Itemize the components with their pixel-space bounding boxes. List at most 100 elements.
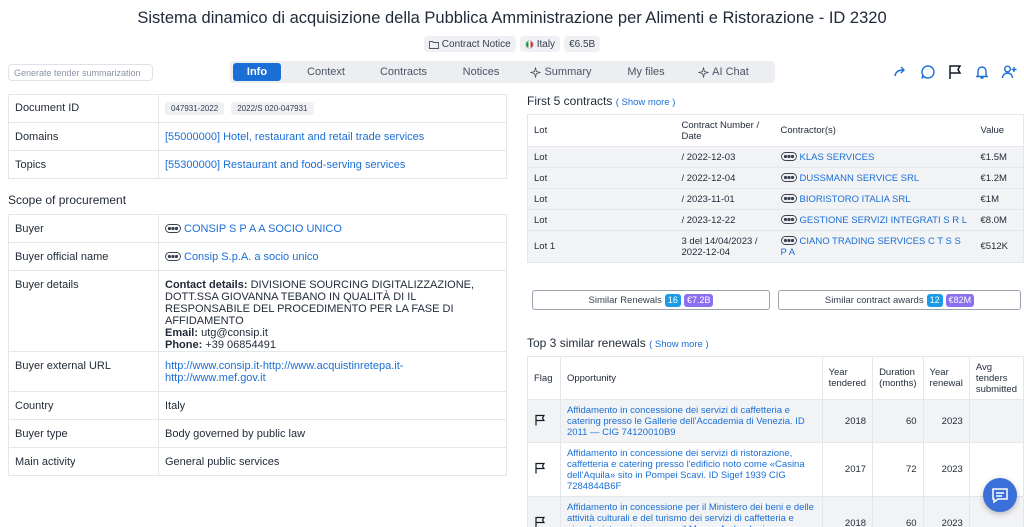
table-row: Lot / 2023-12-22 GESTIONE SERVIZI INTEGR… [527, 209, 1024, 231]
date-cell: / 2022-12-03 [675, 146, 775, 168]
flag-icon[interactable] [946, 63, 964, 81]
topics-link[interactable]: [55300000] Restaurant and food-serving s… [159, 151, 507, 179]
duration-cell: 60 [872, 399, 924, 443]
table-row: Affidamento in concessione dei servizi d… [527, 442, 1024, 497]
share-icon[interactable] [892, 63, 910, 81]
column-header: Contract Number / Date [675, 114, 775, 147]
flag-cell[interactable] [527, 496, 561, 527]
year-tendered-cell: 2017 [822, 442, 874, 497]
tab-my-files[interactable]: My files [596, 63, 696, 81]
table-row: Affidamento in concessione dei servizi d… [527, 399, 1024, 443]
column-header: Duration (months) [872, 356, 924, 400]
add-user-icon[interactable] [1000, 63, 1018, 81]
phone-label: Phone: [165, 339, 203, 351]
year-tendered-cell: 2018 [822, 496, 874, 527]
topics-row: Topics [55300000] Restaurant and food-se… [8, 150, 507, 179]
renewals-heading-label: Top 3 similar renewals [527, 336, 646, 350]
generate-summary-button[interactable]: Generate tender summarization [8, 64, 153, 81]
lot-cell: Lot 1 [527, 230, 676, 263]
contracts-show-more-link[interactable]: ( Show more ) [616, 97, 676, 108]
official-name: Consip S.p.A. a socio unico [184, 251, 319, 263]
tab-bar: Info Context Contracts Notices Summary M… [230, 61, 775, 83]
domains-label: Domains [8, 122, 159, 151]
opportunity-link[interactable]: Affidamento in concessione dei servizi d… [560, 399, 823, 443]
scope-heading: Scope of procurement [8, 193, 127, 207]
contractor-cell[interactable]: GESTIONE SERVIZI INTEGRATI S R L [774, 209, 975, 231]
page-title: Sistema dinamico di acquisizione della P… [137, 9, 887, 27]
comment-icon[interactable] [919, 63, 937, 81]
opportunity-link[interactable]: Affidamento in concessione dei servizi d… [560, 442, 823, 497]
action-icons [892, 63, 1018, 81]
tab-notices[interactable]: Notices [436, 63, 526, 81]
contractor-link: BIORISTORO ITALIA SRL [799, 193, 911, 205]
tab-context[interactable]: Context [281, 63, 371, 81]
flag-cell[interactable] [527, 442, 561, 497]
contractor-cell[interactable]: CIANO TRADING SERVICES C T S S P A [774, 230, 975, 263]
buyer-details-row: Buyer details Contact details: DIVISIONE… [8, 270, 507, 352]
bell-icon[interactable] [973, 63, 991, 81]
contractor-cell[interactable]: DUSSMANN SERVICE SRL [774, 167, 975, 189]
contractor-cell[interactable]: KLAS SERVICES [774, 146, 975, 168]
flag-cell[interactable] [527, 399, 561, 443]
value-cell: €8.0M [974, 209, 1024, 231]
document-id-row: Document ID 047931-2022 2022/S 020-04793… [8, 94, 507, 123]
date-cell: / 2023-12-22 [675, 209, 775, 231]
buyer-link[interactable]: CONSIP S P A A SOCIO UNICO [158, 214, 507, 243]
column-header: Avg tenders submitted [969, 356, 1024, 400]
lot-cell: Lot [527, 209, 676, 231]
value-chip: €6.5B [564, 36, 601, 52]
tab-info[interactable]: Info [233, 63, 281, 81]
contractor-link: GESTIONE SERVIZI INTEGRATI S R L [799, 214, 968, 226]
contractor-link: KLAS SERVICES [799, 151, 875, 163]
similar-awards-value: €82M [945, 293, 975, 307]
document-id-code: 047931-2022 [165, 102, 225, 115]
tab-contracts[interactable]: Contracts [371, 63, 436, 81]
contracts-table: Lot Contract Number / Date Contractor(s)… [527, 114, 1024, 263]
official-name-label: Buyer official name [8, 242, 159, 271]
column-header: Contractor(s) [774, 114, 975, 147]
column-header: Year renewal [923, 356, 970, 400]
similar-awards-label: Similar contract awards [824, 294, 924, 306]
flag-icon [535, 462, 546, 474]
duration-cell: 72 [872, 442, 924, 497]
organization-icon [780, 172, 797, 182]
similar-renewals-button[interactable]: Similar Renewals 16 €7.2B [532, 290, 770, 310]
tab-summary-label: Summary [544, 66, 592, 78]
official-name-row: Buyer official name Consip S.p.A. a soci… [8, 242, 507, 271]
main-activity-value: General public services [165, 456, 280, 468]
domains-link[interactable]: [55000000] Hotel, restaurant and retail … [158, 122, 507, 151]
document-id-value: 047931-2022 2022/S 020-047931 [158, 94, 507, 123]
similar-renewals-value: €7.2B [683, 293, 714, 307]
buyer-url-link[interactable]: http://www.consip.it-http://www.acquisti… [158, 351, 507, 392]
column-header: Value [974, 114, 1024, 147]
lot-cell: Lot [527, 167, 676, 189]
tab-summary[interactable]: Summary [526, 63, 596, 81]
header-chips: Contract Notice Italy €6.5B [0, 36, 1024, 52]
year-renewal-cell: 2023 [923, 496, 970, 527]
main-activity-label: Main activity [8, 447, 159, 476]
buyer-url-row: Buyer external URL http://www.consip.it-… [8, 351, 507, 392]
organization-icon [165, 252, 181, 261]
chat-bubble-icon [992, 488, 1008, 504]
chat-fab-button[interactable] [983, 478, 1017, 512]
contracts-heading-label: First 5 contracts [527, 94, 613, 108]
renewals-show-more-link[interactable]: ( Show more ) [649, 339, 709, 350]
column-header: Year tendered [822, 356, 874, 400]
official-name-link[interactable]: Consip S.p.A. a socio unico [158, 242, 507, 271]
buyer-type-label: Buyer type [8, 419, 159, 448]
main-activity-row: Main activity General public services [8, 447, 507, 476]
contractor-cell[interactable]: BIORISTORO ITALIA SRL [774, 188, 975, 210]
notice-type-chip: Contract Notice [423, 36, 516, 52]
table-row: Lot / 2022-12-03 KLAS SERVICES €1.5M [527, 146, 1024, 168]
opportunity-link[interactable]: Affidamento in concessione per il Minist… [560, 496, 823, 527]
renewals-heading: Top 3 similar renewals ( Show more ) [527, 336, 709, 350]
date-cell: / 2023-11-01 [675, 188, 775, 210]
email-value: utg@consip.it [201, 327, 268, 339]
country-row: Country Italy [8, 391, 507, 420]
tab-ai-chat[interactable]: AI Chat [696, 63, 751, 81]
similar-awards-button[interactable]: Similar contract awards 12 €82M [778, 290, 1021, 310]
similar-renewals-count: 16 [664, 293, 681, 307]
phone-value: +39 06854491 [205, 339, 277, 351]
buyer-row: Buyer CONSIP S P A A SOCIO UNICO [8, 214, 507, 243]
country-chip-label: Italy [536, 38, 556, 50]
